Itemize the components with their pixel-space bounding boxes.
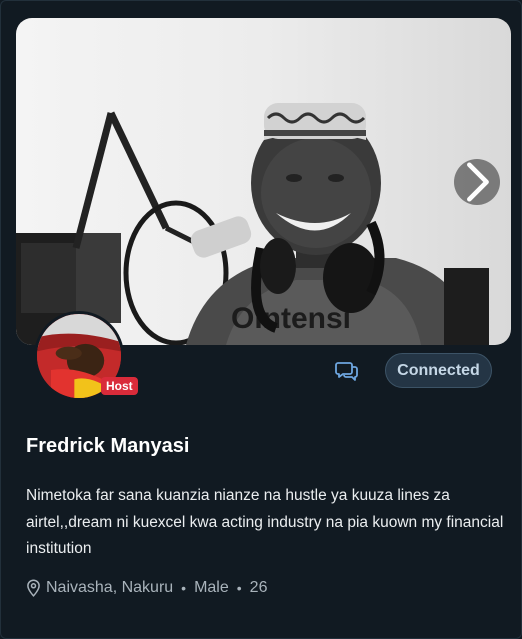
- svg-text:Ointensi: Ointensi: [231, 302, 351, 335]
- profile-card: Ointensi Host Connected Fredrick Manyasi…: [0, 0, 522, 639]
- profile-name: Fredrick Manyasi: [26, 435, 190, 457]
- cover-photo-image: Ointensi: [16, 18, 511, 345]
- profile-location: Naivasha, Nakuru: [46, 579, 174, 596]
- next-photo-button[interactable]: [454, 159, 500, 205]
- chevron-right-icon: [467, 162, 489, 202]
- profile-gender: Male: [194, 579, 229, 596]
- meta-separator: •: [236, 580, 242, 596]
- chat-bubbles-icon: [335, 362, 358, 381]
- location-pin-icon: [26, 579, 41, 597]
- connected-button[interactable]: Connected: [385, 353, 492, 388]
- cover-photo[interactable]: Ointensi: [16, 18, 511, 345]
- avatar-container: Host: [34, 311, 138, 401]
- profile-age: 26: [249, 579, 268, 596]
- host-badge: Host: [101, 377, 138, 395]
- message-button[interactable]: [334, 358, 360, 384]
- profile-bio: Nimetoka far sana kuanzia nianze na hust…: [26, 487, 504, 557]
- profile-meta: Naivasha, Nakuru • Male • 26: [26, 579, 267, 597]
- meta-separator: •: [181, 580, 187, 596]
